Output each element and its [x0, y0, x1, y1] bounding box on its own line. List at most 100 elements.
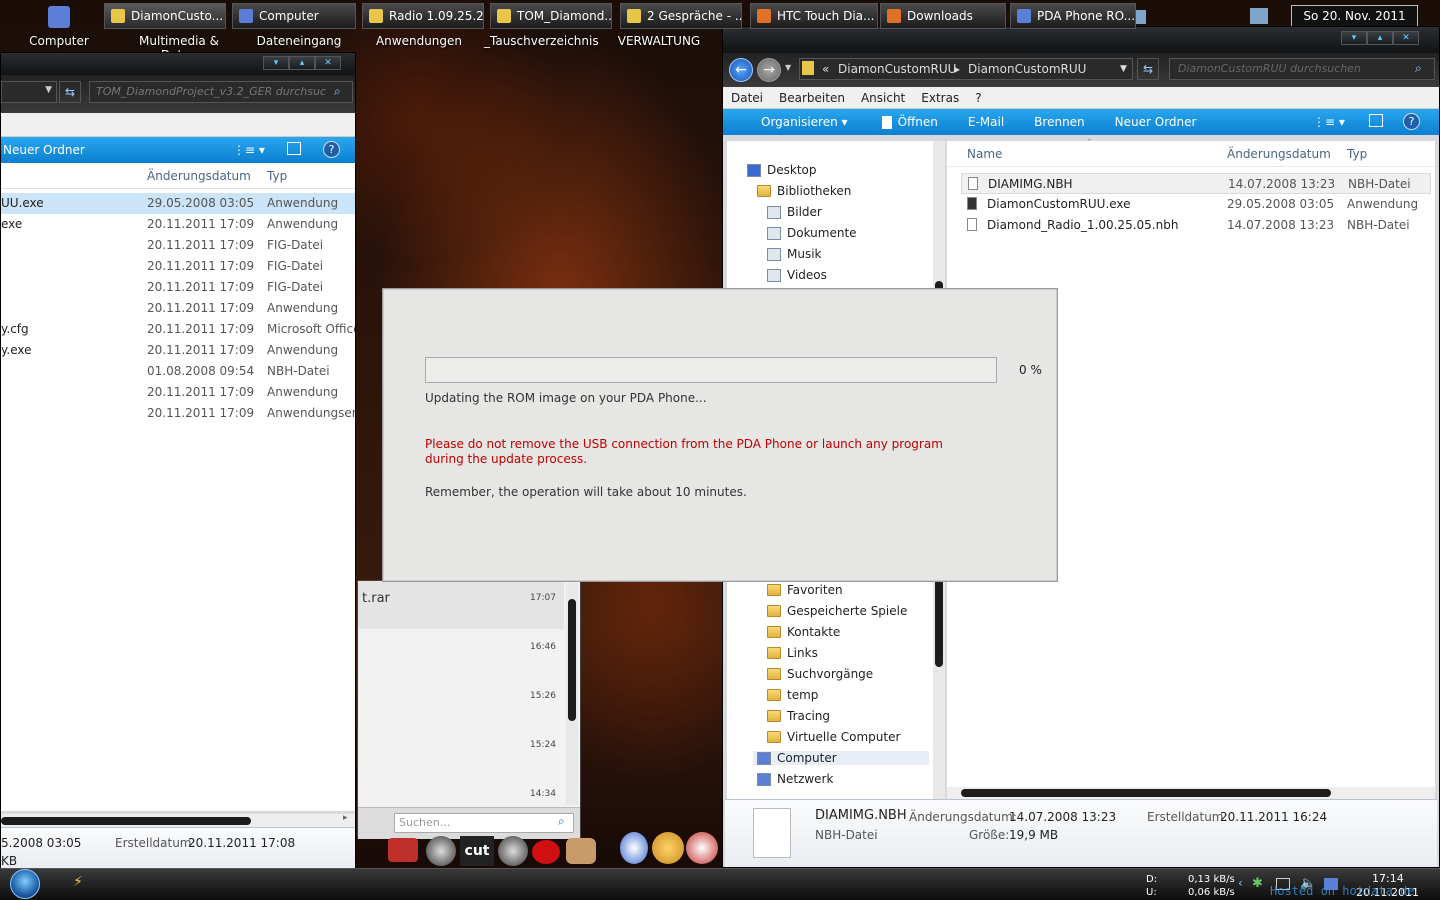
app-dock-icon[interactable]: [532, 840, 560, 864]
desktop-icon-computer[interactable]: Computer: [4, 6, 114, 48]
search-input[interactable]: DiamonCustomRUU durchsuchen: [1169, 58, 1435, 80]
taskbar-button[interactable]: HTC Touch Dia...: [750, 3, 878, 29]
app-dock-icon[interactable]: [426, 836, 456, 866]
nav-item[interactable]: Desktop: [747, 163, 817, 177]
help-icon[interactable]: ?: [1403, 113, 1420, 130]
taskbar-button[interactable]: PDA Phone RO...: [1010, 3, 1136, 29]
address-field[interactable]: ▼: [1, 81, 57, 103]
nav-item[interactable]: temp: [767, 688, 818, 702]
tray-icon[interactable]: ✱: [1252, 876, 1263, 891]
table-row[interactable]: 20.11.2011 17:09 FIG-Datei: [1, 256, 355, 277]
menu-item[interactable]: Extras: [921, 91, 959, 105]
address-bar[interactable]: « DiamonCustomRUU ▸ DiamonCustomRUU ▼: [799, 58, 1133, 80]
table-row[interactable]: 20.11.2011 17:09 Anwendung: [1, 382, 355, 403]
breadcrumb-item[interactable]: DiamonCustomRUU: [968, 59, 1086, 79]
table-row[interactable]: exe 20.11.2011 17:09 Anwendung: [1, 214, 355, 235]
close-button[interactable]: ✕: [315, 56, 341, 70]
nav-item[interactable]: Gespeicherte Spiele: [767, 604, 907, 618]
search-input[interactable]: Suchen...: [394, 813, 574, 833]
nav-item[interactable]: Links: [767, 646, 818, 660]
nav-item[interactable]: Bilder: [767, 205, 822, 219]
nav-item[interactable]: Dokumente: [767, 226, 857, 240]
search-input[interactable]: TOM_DiamondProject_v3.2_GER durchsuc: [89, 81, 353, 103]
taskbar-button[interactable]: DiamonCusto...: [104, 3, 226, 29]
taskbar-button[interactable]: TOM_Diamond...: [490, 3, 612, 29]
horizontal-scrollbar[interactable]: ▸: [1, 813, 355, 827]
minimize-button[interactable]: ▾: [1341, 31, 1367, 45]
forward-button[interactable]: →: [757, 58, 781, 82]
table-row[interactable]: 20.11.2011 17:09 FIG-Datei: [1, 235, 355, 256]
table-row[interactable]: UU.exe 29.05.2008 03:05 Anwendung: [1, 193, 355, 214]
table-row[interactable]: y.cfg 20.11.2011 17:09 Microsoft Office: [1, 319, 355, 340]
app-dock-icon[interactable]: [566, 838, 596, 864]
open-button[interactable]: Öffnen: [898, 115, 938, 129]
nav-item[interactable]: Suchvorgänge: [767, 667, 873, 681]
app-dock-icon[interactable]: [498, 836, 528, 866]
chevron-down-icon[interactable]: ▼: [1120, 59, 1127, 79]
app-dock-icon[interactable]: [686, 832, 718, 864]
file-row[interactable]: Diamond_Radio_1.00.25.05.nbh 14.07.2008 1…: [961, 215, 1431, 236]
menu-item[interactable]: ?: [975, 91, 981, 105]
tray-expand-icon[interactable]: ‹: [1238, 876, 1243, 890]
new-folder-button[interactable]: Neuer Ordner: [3, 143, 85, 157]
column-date[interactable]: Änderungsdatum: [147, 169, 251, 183]
view-icon[interactable]: ⋮≡ ▾: [1313, 115, 1345, 129]
close-button[interactable]: ✕: [1393, 31, 1419, 45]
app-dock-icon[interactable]: [620, 832, 648, 864]
file-row[interactable]: DiamonCustomRUU.exe 29.05.2008 03:05 Anwen…: [961, 194, 1431, 215]
table-row[interactable]: y.exe 20.11.2011 17:09 Anwendung: [1, 340, 355, 361]
history-dropdown-icon[interactable]: ▼: [785, 63, 791, 72]
view-icon[interactable]: ⋮≡ ▾: [233, 143, 265, 157]
table-row[interactable]: 20.11.2011 17:09 FIG-Datei: [1, 277, 355, 298]
nav-item[interactable]: Favoriten: [767, 583, 843, 597]
file-row[interactable]: DIAMIMG.NBH 14.07.2008 13:23 NBH-Datei: [961, 173, 1431, 194]
maximize-button[interactable]: ▴: [1367, 31, 1393, 45]
desktop-icon-5[interactable]: [1250, 8, 1268, 24]
nav-item[interactable]: Netzwerk: [757, 772, 833, 786]
refresh-icon[interactable]: ⇆: [1137, 58, 1159, 80]
quick-launch-icon[interactable]: ⚡: [66, 874, 90, 894]
app-dock-icon[interactable]: [652, 832, 684, 864]
breadcrumb-item[interactable]: DiamonCustomRUU: [838, 59, 956, 79]
app-dock-icon[interactable]: cut: [460, 836, 494, 866]
table-row[interactable]: 20.11.2011 17:09 Anwendungserw: [1, 403, 355, 424]
start-button[interactable]: [6, 868, 44, 900]
file-snippet[interactable]: t.rar: [362, 591, 390, 606]
help-icon[interactable]: ?: [323, 141, 340, 158]
minimize-button[interactable]: ▾: [263, 56, 289, 70]
nav-item[interactable]: Computer: [753, 751, 929, 765]
refresh-icon[interactable]: ⇆: [59, 81, 81, 103]
preview-pane-icon[interactable]: [287, 142, 301, 155]
taskbar-button[interactable]: Computer: [232, 3, 356, 29]
nav-item[interactable]: Kontakte: [767, 625, 840, 639]
new-folder-button[interactable]: Neuer Ordner: [1115, 115, 1197, 129]
table-row[interactable]: 01.08.2008 09:54 NBH-Datei: [1, 361, 355, 382]
vertical-scrollbar[interactable]: [566, 583, 578, 805]
column-date[interactable]: Änderungsdatum: [1227, 147, 1331, 161]
scroll-right-icon[interactable]: ▸: [343, 813, 348, 823]
organize-menu[interactable]: Organisieren ▾: [743, 115, 848, 129]
burn-button[interactable]: Brennen: [1034, 115, 1084, 129]
column-name[interactable]: Name: [967, 147, 1002, 161]
maximize-button[interactable]: ▴: [289, 56, 315, 70]
nav-item[interactable]: Virtuelle Computer: [767, 730, 900, 744]
column-type[interactable]: Typ: [1347, 147, 1367, 161]
preview-pane-icon[interactable]: [1369, 114, 1383, 127]
app-dock-icon[interactable]: [388, 838, 418, 862]
nav-item[interactable]: Bibliotheken: [757, 184, 851, 198]
nav-item[interactable]: Musik: [767, 247, 822, 261]
nav-item[interactable]: Tracing: [767, 709, 830, 723]
menu-item[interactable]: Bearbeiten: [779, 91, 845, 105]
taskbar-button[interactable]: Radio 1.09.25.23: [362, 3, 484, 29]
nav-item[interactable]: Videos: [767, 268, 827, 282]
email-button[interactable]: E-Mail: [968, 115, 1004, 129]
taskbar-button[interactable]: Downloads: [880, 3, 1006, 29]
back-button[interactable]: ←: [729, 58, 753, 82]
menu-item[interactable]: Ansicht: [861, 91, 905, 105]
table-row[interactable]: 20.11.2011 17:09 Anwendung: [1, 298, 355, 319]
column-type[interactable]: Typ: [267, 169, 287, 183]
menu-item[interactable]: Datei: [731, 91, 763, 105]
breadcrumb-overflow[interactable]: «: [822, 59, 829, 79]
taskbar-button[interactable]: 2 Gespräche - ...: [620, 3, 742, 29]
horizontal-scrollbar[interactable]: [947, 787, 1435, 799]
